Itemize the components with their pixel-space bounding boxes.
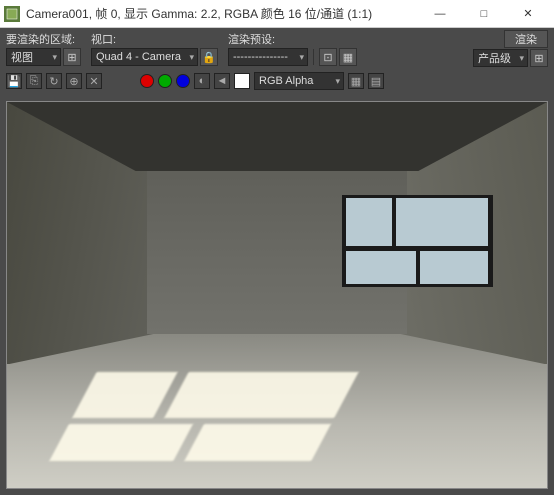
window-pane xyxy=(346,251,416,283)
maximize-button[interactable]: □ xyxy=(462,1,506,27)
save-icon[interactable]: 💾 xyxy=(6,73,22,89)
viewport-group: 视口: Quad 4 - Camera 🔒 xyxy=(91,31,218,66)
render-area-label: 要渲染的区域: xyxy=(6,31,81,47)
app-icon xyxy=(4,6,20,22)
window-pane xyxy=(396,198,488,246)
quality-dropdown[interactable]: 产品级 xyxy=(473,49,528,67)
display-mode2-button[interactable]: ▤ xyxy=(368,73,384,89)
window-title: Camera001, 帧 0, 显示 Gamma: 2.2, RGBA 颜色 1… xyxy=(26,5,418,22)
viewport-label: 视口: xyxy=(91,31,218,47)
window-pane xyxy=(346,198,391,246)
window-controls: — □ ✕ xyxy=(418,1,550,27)
clone-icon[interactable]: ↻ xyxy=(46,73,62,89)
window-frame xyxy=(342,195,493,288)
green-channel-button[interactable] xyxy=(158,74,172,88)
preset-dropdown[interactable]: --------------- xyxy=(228,48,308,66)
area-tool-button[interactable]: ⊞ xyxy=(63,48,81,66)
display-mode1-button[interactable]: ▦ xyxy=(348,73,364,89)
preset-tool2-button[interactable]: ▦ xyxy=(339,48,357,66)
preset-label: 渲染预设: xyxy=(228,31,357,47)
viewport-dropdown[interactable]: Quad 4 - Camera xyxy=(91,48,198,66)
toolbar-row-1: 要渲染的区域: 视图 ⊞ 视口: Quad 4 - Camera 🔒 渲染预设:… xyxy=(6,30,548,67)
room-window xyxy=(342,195,493,288)
channel-dropdown[interactable]: RGB Alpha xyxy=(254,72,344,90)
copy-icon[interactable]: ⎘ xyxy=(26,73,42,89)
close-button[interactable]: ✕ xyxy=(506,1,550,27)
slider-button[interactable]: ◄ xyxy=(214,73,230,89)
blue-channel-button[interactable] xyxy=(176,74,190,88)
lock-button[interactable]: 🔒 xyxy=(200,48,218,66)
mono-button[interactable]: ◐ xyxy=(194,73,210,89)
render-area-dropdown[interactable]: 视图 xyxy=(6,48,61,66)
quality-tool-button[interactable]: ⊞ xyxy=(530,49,548,67)
window-pane xyxy=(420,251,488,283)
add-icon[interactable]: ⊕ xyxy=(66,73,82,89)
render-group: 渲染 产品级 ⊞ xyxy=(473,30,548,67)
color-swatch[interactable] xyxy=(234,73,250,89)
clear-icon[interactable]: ✕ xyxy=(86,73,102,89)
rendered-room xyxy=(7,102,547,488)
render-output xyxy=(6,101,548,489)
render-area-group: 要渲染的区域: 视图 ⊞ xyxy=(6,31,81,66)
minimize-button[interactable]: — xyxy=(418,1,462,27)
viewport-container xyxy=(0,95,554,495)
preset-group: 渲染预设: --------------- ⊡ ▦ xyxy=(228,31,357,66)
render-button[interactable]: 渲染 xyxy=(504,30,548,48)
red-channel-button[interactable] xyxy=(140,74,154,88)
titlebar: Camera001, 帧 0, 显示 Gamma: 2.2, RGBA 颜色 1… xyxy=(0,0,554,28)
toolbar-row-2: 💾 ⎘ ↻ ⊕ ✕ ◐ ◄ RGB Alpha ▦ ▤ xyxy=(6,69,548,93)
preset-tool1-button[interactable]: ⊡ xyxy=(319,48,337,66)
toolbar: 要渲染的区域: 视图 ⊞ 视口: Quad 4 - Camera 🔒 渲染预设:… xyxy=(0,28,554,95)
floor-light-projection xyxy=(47,372,366,465)
